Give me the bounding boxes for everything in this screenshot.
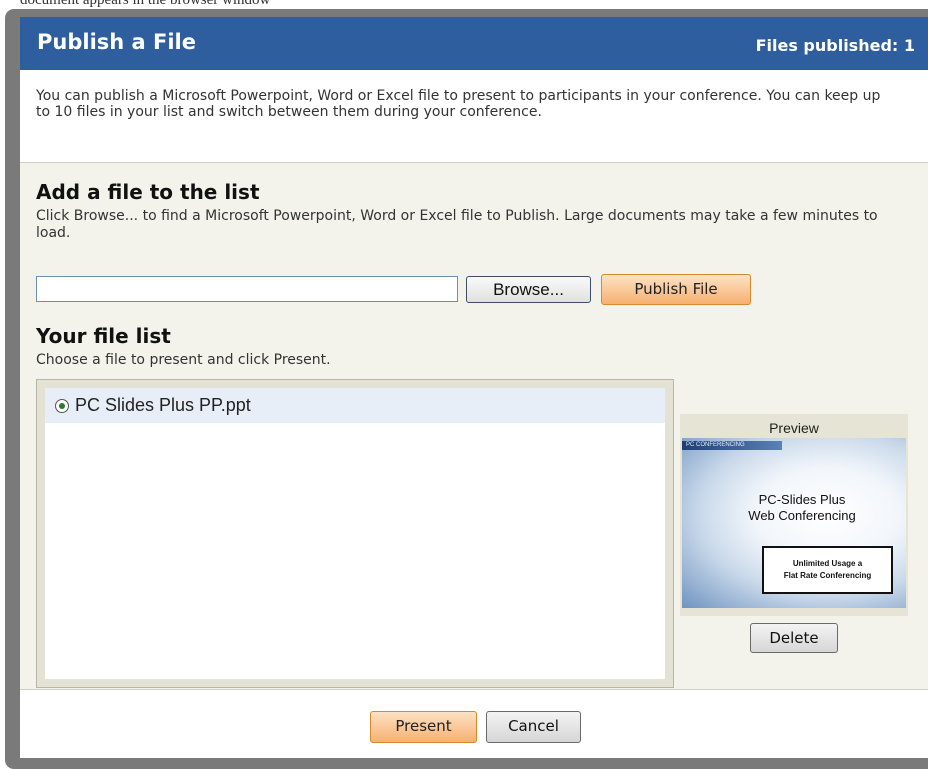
file-list-item[interactable]: PC Slides Plus PP.ppt — [45, 388, 665, 423]
files-published-count: Files published: 1 — [755, 36, 915, 55]
intro-text: You can publish a Microsoft Powerpoint, … — [36, 88, 881, 120]
file-list-heading: Your file list — [36, 324, 171, 348]
file-list-inner: PC Slides Plus PP.ppt — [45, 388, 665, 679]
thumbnail-title: PC-Slides Plus Web Conferencing — [722, 492, 882, 524]
background-text: document appears in the browser window — [20, 0, 271, 8]
add-file-heading: Add a file to the list — [36, 180, 260, 204]
thumbnail-callout-line1: Unlimited Usage a — [792, 559, 863, 568]
thumbnail-title-line1: PC-Slides Plus — [758, 492, 846, 507]
publish-file-button[interactable]: Publish File — [601, 274, 751, 305]
dialog-titlebar: Publish a File Files published: 1 — [20, 17, 928, 70]
radio-selected-icon[interactable] — [55, 399, 69, 413]
add-file-description: Click Browse... to find a Microsoft Powe… — [36, 208, 878, 241]
file-list-description: Choose a file to present and click Prese… — [36, 352, 331, 368]
preview-panel: Preview PC CONFERENCING PC-Slides Plus W… — [680, 414, 908, 616]
browse-button[interactable]: Browse... — [466, 276, 591, 303]
thumbnail-title-line2: Web Conferencing — [748, 508, 856, 523]
thumbnail-callout-text: Unlimited Usage a Flat Rate Conferencing — [764, 558, 891, 582]
content-panel: Add a file to the list Click Browse... t… — [20, 162, 928, 690]
file-list: PC Slides Plus PP.ppt — [36, 379, 674, 688]
file-name: PC Slides Plus PP.ppt — [75, 395, 251, 415]
publish-file-dialog: Publish a File Files published: 1 You ca… — [20, 17, 928, 758]
dialog-title: Publish a File — [37, 30, 196, 54]
file-path-input[interactable] — [36, 276, 458, 302]
thumbnail-callout-box: Unlimited Usage a Flat Rate Conferencing — [762, 546, 893, 594]
slide-thumbnail: PC CONFERENCING PC-Slides Plus Web Confe… — [682, 438, 906, 608]
thumbnail-callout-line2: Flat Rate Conferencing — [783, 571, 872, 580]
present-button[interactable]: Present — [370, 711, 477, 743]
dialog-footer: Present Cancel — [20, 689, 928, 758]
preview-label: Preview — [769, 420, 819, 436]
thumbnail-logo-bar: PC CONFERENCING — [682, 441, 782, 450]
delete-button[interactable]: Delete — [750, 623, 838, 653]
cancel-button[interactable]: Cancel — [486, 711, 581, 743]
